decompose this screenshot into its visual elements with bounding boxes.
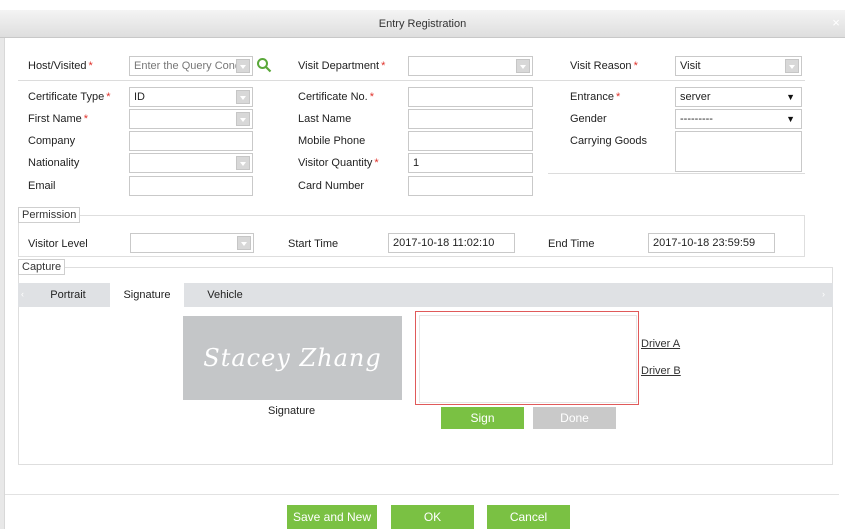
carrying-goods-textarea[interactable] <box>675 131 802 172</box>
chevron-down-icon[interactable] <box>236 112 250 126</box>
host-visited-input[interactable]: Enter the Query Condit <box>129 56 253 76</box>
card-number-input[interactable] <box>408 176 533 196</box>
ok-button[interactable]: OK <box>391 505 474 529</box>
chevron-down-icon[interactable] <box>236 156 250 170</box>
certificate-no-label: Certificate No. * <box>298 91 374 103</box>
chevron-down-icon[interactable] <box>237 236 251 250</box>
visitor-quantity-input[interactable]: 1 <box>408 153 533 173</box>
email-input[interactable] <box>129 176 253 196</box>
mobile-phone-label: Mobile Phone <box>298 135 366 147</box>
entrance-label: Entrance * <box>570 91 621 103</box>
signature-caption: Signature <box>268 405 316 417</box>
signature-pad-inner <box>419 315 637 403</box>
visitor-level-select[interactable] <box>130 233 254 253</box>
visit-department-select[interactable] <box>408 56 533 76</box>
visitor-quantity-label: Visitor Quantity * <box>298 157 379 169</box>
host-visited-label: Host/Visited * <box>28 60 93 72</box>
permission-section-title: Permission <box>18 207 81 223</box>
certificate-type-label: Certificate Type * <box>28 91 111 103</box>
nationality-label: Nationality <box>28 157 80 169</box>
card-number-label: Card Number <box>298 180 365 192</box>
end-time-input[interactable]: 2017-10-18 23:59:59 <box>648 233 775 253</box>
divider <box>548 173 805 174</box>
caret-down-icon[interactable]: ▼ <box>786 88 795 106</box>
sign-button[interactable]: Sign <box>441 407 524 429</box>
first-name-label: First Name * <box>28 113 89 125</box>
footer-divider <box>5 494 839 495</box>
window-titlebar: Entry Registration <box>0 10 845 38</box>
start-time-input[interactable]: 2017-10-18 11:02:10 <box>388 233 515 253</box>
divider <box>18 80 805 81</box>
certificate-no-input[interactable] <box>408 87 533 107</box>
company-label: Company <box>28 135 76 147</box>
nationality-select[interactable] <box>129 153 253 173</box>
carrying-goods-label: Carrying Goods <box>570 135 648 147</box>
first-name-select[interactable] <box>129 109 253 129</box>
visit-reason-label: Visit Reason * <box>570 60 638 72</box>
start-time-label: Start Time <box>288 238 339 250</box>
entrance-select[interactable]: server ▼ <box>675 87 802 107</box>
tab-scroll-left-icon[interactable]: ‹ <box>21 289 24 299</box>
gender-select[interactable]: --------- ▼ <box>675 109 802 129</box>
tab-vehicle[interactable]: Vehicle <box>192 283 258 307</box>
last-name-input[interactable] <box>408 109 533 129</box>
email-label: Email <box>28 180 56 192</box>
company-input[interactable] <box>129 131 253 151</box>
visitor-level-label: Visitor Level <box>28 238 88 250</box>
signature-pad[interactable] <box>415 311 639 405</box>
tab-signature[interactable]: Signature <box>110 283 184 307</box>
done-button[interactable]: Done <box>533 407 616 429</box>
signature-image-text: Stacey Zhang <box>203 344 382 372</box>
chevron-down-icon[interactable] <box>236 90 250 104</box>
visit-reason-select[interactable]: Visit <box>675 56 802 76</box>
window-left-edge <box>0 38 5 529</box>
chevron-down-icon[interactable] <box>516 59 530 73</box>
gender-label: Gender <box>570 113 607 125</box>
visit-department-label: Visit Department * <box>298 60 386 72</box>
caret-down-icon[interactable]: ▼ <box>786 110 795 128</box>
chevron-down-icon[interactable] <box>785 59 799 73</box>
driver-a-link[interactable]: Driver A <box>641 338 680 350</box>
cancel-button[interactable]: Cancel <box>487 505 570 529</box>
tab-scroll-right-icon[interactable]: › <box>822 289 825 299</box>
tab-portrait[interactable]: Portrait <box>36 283 100 307</box>
capture-section-title: Capture <box>18 259 66 275</box>
driver-b-link[interactable]: Driver B <box>641 365 681 377</box>
end-time-label: End Time <box>548 238 595 250</box>
search-icon[interactable] <box>256 57 272 73</box>
save-and-new-button[interactable]: Save and New <box>287 505 377 529</box>
mobile-phone-input[interactable] <box>408 131 533 151</box>
chevron-down-icon[interactable] <box>236 59 250 73</box>
signature-image: Stacey Zhang <box>183 316 402 400</box>
close-icon[interactable]: × <box>829 10 843 38</box>
last-name-label: Last Name <box>298 113 352 125</box>
certificate-type-select[interactable]: ID <box>129 87 253 107</box>
window-title: Entry Registration <box>378 18 467 30</box>
